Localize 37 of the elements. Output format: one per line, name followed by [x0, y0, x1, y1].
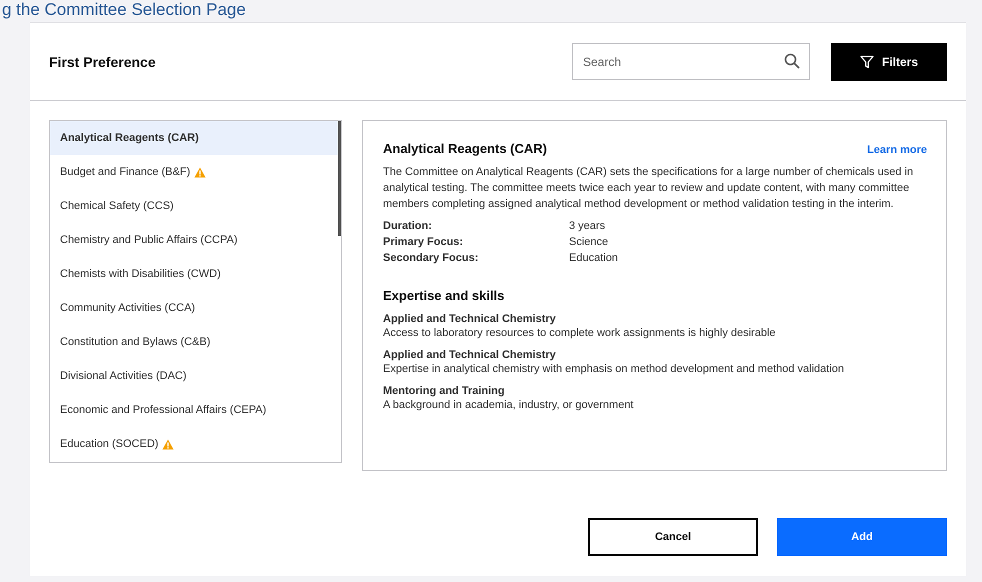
committee-item[interactable]: Education (SOCED) [50, 427, 341, 461]
dialog-title: First Preference [49, 54, 157, 70]
committee-item[interactable]: Divisional Activities (DAC) [50, 359, 341, 393]
warning-icon [194, 166, 206, 178]
skill-name: Applied and Technical Chemistry [383, 313, 557, 325]
committee-item[interactable]: Chemists with Disabilities (CWD) [50, 257, 341, 291]
fact-value: 3 years [569, 220, 606, 232]
skill-name: Mentoring and Training [383, 385, 506, 397]
committee-item[interactable]: Analytical Reagents (CAR) [50, 121, 341, 155]
warning-icon [162, 438, 174, 450]
cancel-button[interactable]: Cancel [588, 518, 758, 556]
fact-label: Primary Focus: [383, 236, 464, 248]
skill-name: Applied and Technical Chemistry [383, 349, 557, 361]
filters-button[interactable]: Filters [831, 42, 947, 80]
committee-description: The Committee on Analytical Reagents (CAR) sets the specifications for a large number of chemicals used in analytical testing. The committee meets twice each year to review and update content, with many committee members completing assigned analytical method development or method validation testing in the interim. [383, 165, 914, 212]
committee-item[interactable]: Chemistry and Public Affairs (CCPA) [50, 223, 341, 257]
committee-item[interactable]: Community Activities (CCA) [50, 291, 341, 325]
skill-description: Access to laboratory resources to complete work assignments is highly desirable [383, 327, 777, 339]
fact-label: Secondary Focus: [383, 252, 480, 264]
skills-heading: Expertise and skills [383, 288, 506, 303]
fact-label: Duration: [383, 220, 433, 232]
funnel-icon [860, 54, 874, 68]
page-title: g the Committee Selection Page [1, 0, 247, 20]
scrollbar-thumb[interactable] [338, 121, 341, 236]
fact-value: Science [569, 236, 610, 248]
skill-description: A background in academia, industry, or government [383, 399, 634, 411]
add-button[interactable]: Add [777, 518, 947, 556]
skill-description: Expertise in analytical chemistry with emphasis on method development and method validation [383, 363, 846, 375]
search-icon [784, 53, 800, 69]
committee-item[interactable]: Constitution and Bylaws (C&B) [50, 325, 341, 359]
learn-more-link[interactable]: Learn more [867, 144, 927, 156]
committee-item[interactable]: Budget and Finance (B&F) [50, 155, 341, 189]
committee-item[interactable]: Economic and Professional Affairs (CEPA) [50, 393, 341, 427]
search-field[interactable]: Search [572, 43, 810, 80]
committee-title: Analytical Reagents (CAR) [383, 141, 547, 156]
committee-item[interactable]: Chemical Safety (CCS) [50, 189, 341, 223]
fact-value: Education [569, 252, 619, 264]
